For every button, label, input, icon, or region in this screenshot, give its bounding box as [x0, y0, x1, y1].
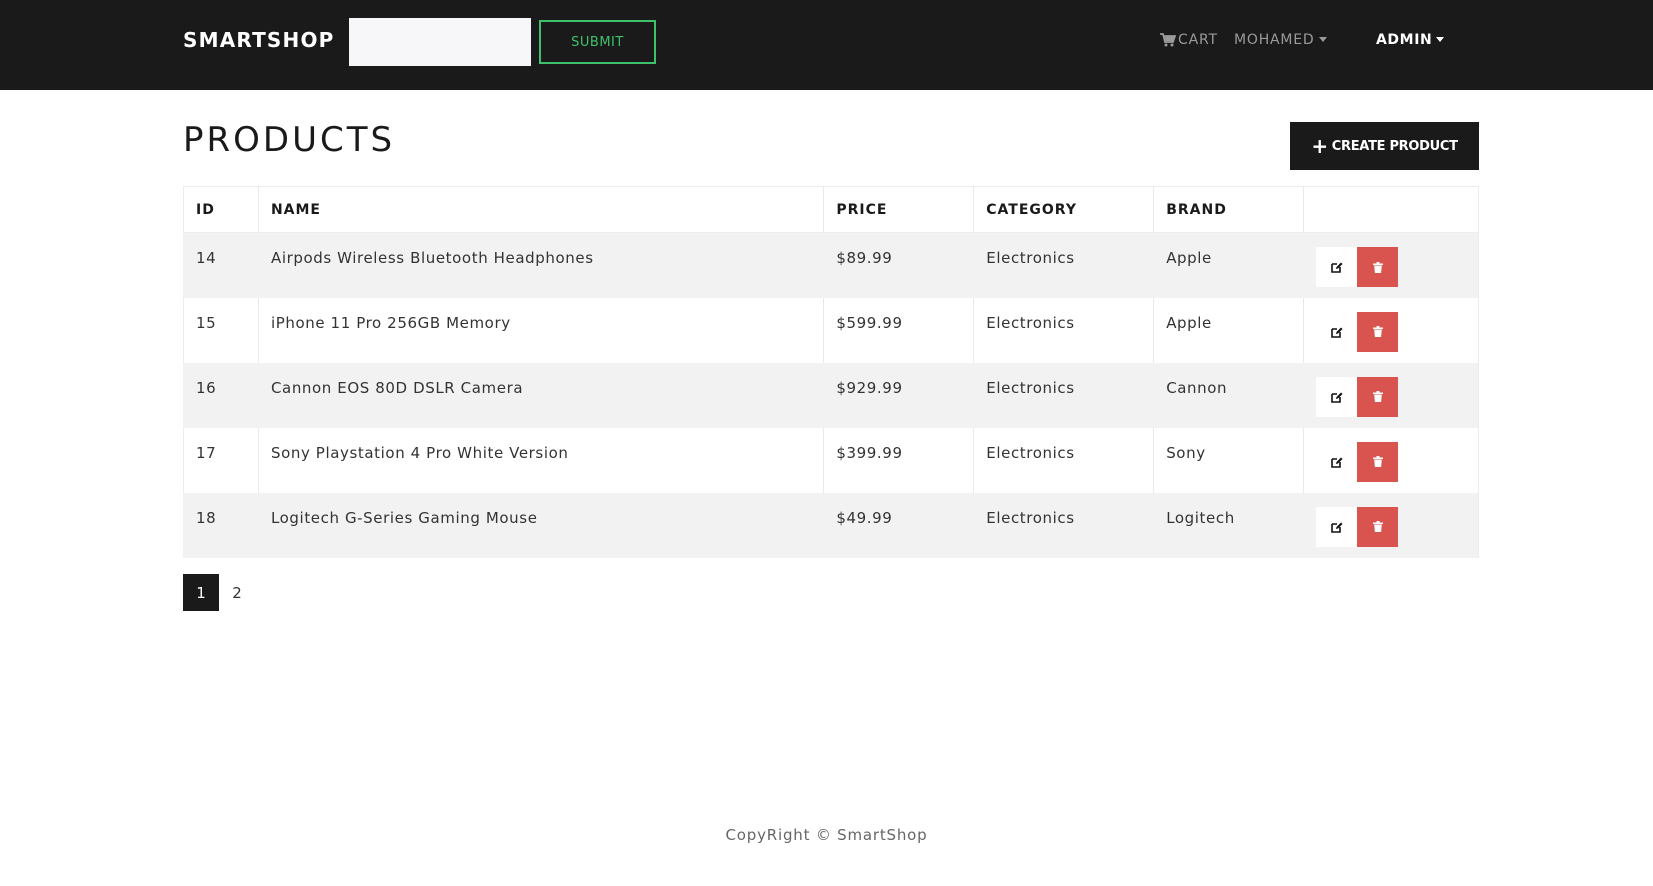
edit-button[interactable] — [1316, 506, 1358, 547]
delete-button[interactable] — [1357, 506, 1399, 547]
edit-button[interactable] — [1316, 441, 1358, 482]
edit-icon — [1330, 327, 1343, 338]
search-input[interactable] — [349, 18, 531, 66]
edit-icon — [1330, 392, 1343, 403]
footer-copyright: CopyRight © SmartShop — [725, 826, 928, 844]
cell-price: $89.99 — [823, 232, 974, 298]
cell-category: Electronics — [973, 232, 1154, 298]
cell-id: 14 — [183, 232, 259, 298]
cell-actions — [1303, 232, 1479, 298]
cell-brand: Apple — [1153, 297, 1304, 363]
delete-button[interactable] — [1357, 247, 1399, 287]
column-header-price: PRICE — [823, 186, 974, 233]
admin-menu-label: ADMIN — [1376, 32, 1433, 48]
cell-price: $599.99 — [823, 297, 974, 363]
table-row: 18 Logitech G-Series Gaming Mouse $49.99… — [183, 492, 1479, 558]
cell-category: Electronics — [973, 427, 1154, 493]
column-header-actions — [1303, 186, 1479, 233]
edit-button[interactable] — [1316, 247, 1358, 287]
cell-brand: Cannon — [1153, 362, 1304, 428]
cell-name: Logitech G-Series Gaming Mouse — [257, 492, 824, 558]
user-menu-label: MOHAMED — [1234, 32, 1315, 48]
delete-button[interactable] — [1357, 376, 1399, 417]
cart-label: CART — [1178, 32, 1218, 48]
cell-id: 15 — [183, 297, 259, 363]
cell-category: Electronics — [973, 297, 1154, 363]
page-link-2[interactable]: 2 — [219, 574, 255, 611]
edit-button[interactable] — [1316, 311, 1358, 352]
cell-actions — [1303, 297, 1479, 363]
chevron-down-icon — [1436, 37, 1445, 42]
column-header-category: CATEGORY — [973, 186, 1154, 233]
table-row: 16 Cannon EOS 80D DSLR Camera $929.99 El… — [183, 362, 1479, 428]
column-header-name: NAME — [257, 186, 824, 233]
table-row: 14 Airpods Wireless Bluetooth Headphones… — [183, 232, 1479, 298]
products-table: ID NAME PRICE CATEGORY BRAND 14 Airpods … — [183, 186, 1479, 558]
nav-cart-link[interactable]: CART — [1160, 32, 1218, 48]
trash-icon — [1372, 456, 1383, 467]
cell-category: Electronics — [973, 362, 1154, 428]
cell-actions — [1303, 362, 1479, 428]
cell-id: 16 — [183, 362, 259, 428]
edit-icon — [1330, 262, 1343, 273]
chevron-down-icon — [1318, 37, 1327, 42]
table-row: 17 Sony Playstation 4 Pro White Version … — [183, 427, 1479, 493]
trash-icon — [1372, 326, 1383, 337]
brand-logo[interactable]: SMARTSHOP — [183, 28, 335, 52]
user-menu-dropdown[interactable]: MOHAMED — [1234, 32, 1327, 48]
column-header-id: ID — [183, 186, 259, 233]
cart-icon — [1160, 33, 1176, 47]
cell-name: Airpods Wireless Bluetooth Headphones — [257, 232, 824, 298]
trash-icon — [1372, 391, 1383, 402]
create-product-label: CREATE PRODUCT — [1331, 138, 1458, 154]
column-header-brand: BRAND — [1153, 186, 1304, 233]
cell-brand: Logitech — [1153, 492, 1304, 558]
cell-price: $399.99 — [823, 427, 974, 493]
delete-button[interactable] — [1357, 441, 1399, 482]
cell-id: 18 — [183, 492, 259, 558]
admin-menu-dropdown[interactable]: ADMIN — [1376, 32, 1445, 48]
cell-name: Cannon EOS 80D DSLR Camera — [257, 362, 824, 428]
cell-actions — [1303, 492, 1479, 558]
cell-price: $49.99 — [823, 492, 974, 558]
cell-actions — [1303, 427, 1479, 493]
table-header-row: ID NAME PRICE CATEGORY BRAND — [183, 186, 1479, 233]
page-title: PRODUCTS — [183, 120, 396, 160]
cell-name: Sony Playstation 4 Pro White Version — [257, 427, 824, 493]
edit-icon — [1330, 457, 1343, 468]
pagination: 1 2 — [183, 574, 255, 611]
cell-brand: Apple — [1153, 232, 1304, 298]
edit-button[interactable] — [1316, 376, 1358, 417]
trash-icon — [1372, 521, 1383, 532]
delete-button[interactable] — [1357, 311, 1399, 352]
page-link-1[interactable]: 1 — [183, 574, 219, 611]
trash-icon — [1372, 261, 1383, 273]
cell-id: 17 — [183, 427, 259, 493]
table-row: 15 iPhone 11 Pro 256GB Memory $599.99 El… — [183, 297, 1479, 363]
navbar: SMARTSHOP SUBMIT CART MOHAMED ADMIN — [0, 0, 1653, 90]
cell-brand: Sony — [1153, 427, 1304, 493]
cell-category: Electronics — [973, 492, 1154, 558]
edit-icon — [1330, 522, 1343, 533]
submit-button[interactable]: SUBMIT — [539, 20, 656, 64]
cell-name: iPhone 11 Pro 256GB Memory — [257, 297, 824, 363]
cell-price: $929.99 — [823, 362, 974, 428]
create-product-button[interactable]: + CREATE PRODUCT — [1290, 122, 1479, 170]
plus-icon: + — [1311, 134, 1328, 158]
